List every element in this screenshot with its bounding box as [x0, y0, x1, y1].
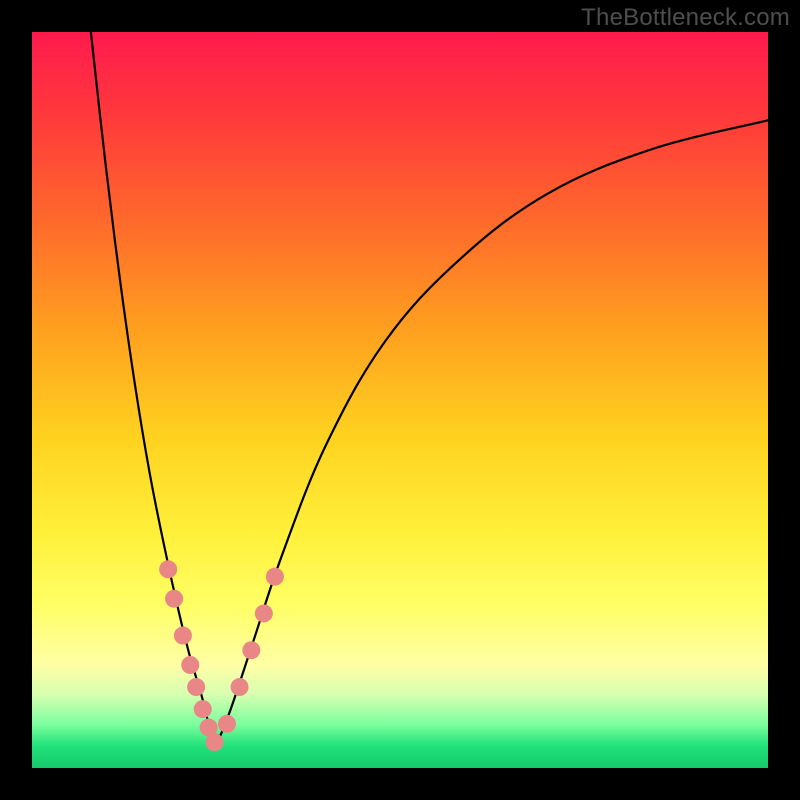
data-dot — [187, 678, 205, 696]
data-dot — [159, 560, 177, 578]
data-dot — [231, 678, 249, 696]
data-dot — [255, 604, 273, 622]
data-dot — [242, 641, 260, 659]
dots-group — [159, 560, 284, 751]
data-dot — [165, 590, 183, 608]
data-dot — [181, 656, 199, 674]
data-dot — [266, 568, 284, 586]
plot-area — [32, 32, 768, 768]
data-dot — [174, 627, 192, 645]
data-dot — [206, 733, 224, 751]
watermark-text: TheBottleneck.com — [581, 4, 790, 32]
curve-right-branch — [216, 120, 768, 746]
chart-frame: TheBottleneck.com — [0, 0, 800, 800]
data-dot — [194, 700, 212, 718]
curves-layer — [32, 32, 768, 768]
curve-left-branch — [91, 32, 216, 746]
data-dot — [218, 715, 236, 733]
